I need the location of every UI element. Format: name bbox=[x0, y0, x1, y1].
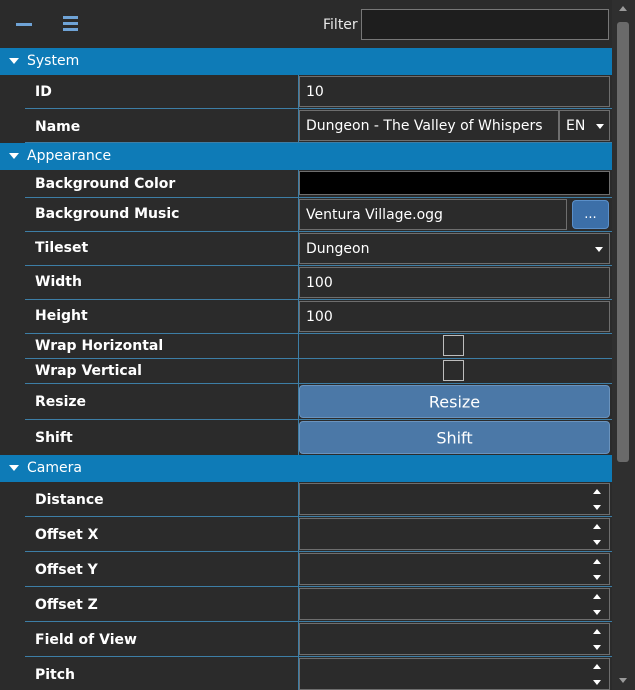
wrap-vertical-checkbox[interactable] bbox=[443, 360, 464, 381]
spinner-arrows-icon[interactable] bbox=[593, 594, 603, 616]
property-label: Offset X bbox=[35, 527, 99, 543]
property-row-background-music: Background Music Ventura Village.ogg ... bbox=[25, 198, 612, 232]
scroll-down-icon[interactable] bbox=[619, 678, 627, 683]
expand-triangle-icon[interactable] bbox=[9, 58, 19, 64]
property-row-wrap-vertical: Wrap Vertical bbox=[25, 359, 612, 384]
expand-triangle-icon[interactable] bbox=[9, 153, 19, 159]
property-row-resize: Resize Resize bbox=[25, 384, 612, 420]
property-label: Height bbox=[35, 308, 88, 324]
property-row-offset-y: Offset Y bbox=[25, 552, 612, 587]
property-label: ID bbox=[35, 84, 52, 100]
property-label: Offset Y bbox=[35, 562, 98, 578]
property-row-background-color: Background Color bbox=[25, 170, 612, 198]
property-label: Pitch bbox=[35, 667, 76, 683]
spinner-arrows-icon[interactable] bbox=[593, 664, 603, 686]
id-field[interactable]: 10 bbox=[299, 76, 610, 107]
width-field[interactable]: 100 bbox=[299, 267, 610, 298]
property-row-id: ID 10 bbox=[25, 75, 612, 109]
property-label: Wrap Vertical bbox=[35, 363, 142, 379]
pitch-spinner[interactable] bbox=[299, 658, 610, 690]
toolbar: Filter bbox=[0, 0, 612, 48]
expand-triangle-icon[interactable] bbox=[9, 465, 19, 471]
list-icon[interactable] bbox=[58, 12, 84, 36]
property-label: Name bbox=[35, 119, 81, 135]
property-row-pitch: Pitch bbox=[25, 657, 612, 690]
name-field[interactable]: Dungeon - The Valley of Whispers bbox=[299, 110, 559, 141]
property-label: Distance bbox=[35, 492, 104, 508]
property-row-wrap-horizontal: Wrap Horizontal bbox=[25, 334, 612, 359]
property-row-offset-x: Offset X bbox=[25, 517, 612, 552]
property-row-field-of-view: Field of View bbox=[25, 622, 612, 657]
property-row-tileset: Tileset Dungeon bbox=[25, 232, 612, 266]
spinner-arrows-icon[interactable] bbox=[593, 524, 603, 546]
browse-button[interactable]: ... bbox=[572, 200, 609, 229]
scroll-up-icon[interactable] bbox=[619, 6, 627, 11]
spinner-arrows-icon[interactable] bbox=[593, 489, 603, 511]
field-of-view-spinner[interactable] bbox=[299, 623, 610, 655]
property-label: Width bbox=[35, 274, 82, 290]
category-label: Appearance bbox=[27, 148, 112, 164]
language-dropdown[interactable]: EN bbox=[559, 110, 610, 141]
property-row-distance: Distance bbox=[25, 482, 612, 517]
filter-input[interactable] bbox=[361, 9, 609, 40]
spinner-arrows-icon[interactable] bbox=[593, 559, 603, 581]
property-grid: System ID 10 Name Dungeon - The Valley o… bbox=[0, 48, 612, 690]
background-music-field[interactable]: Ventura Village.ogg bbox=[299, 199, 567, 230]
property-row-height: Height 100 bbox=[25, 300, 612, 334]
property-label: Tileset bbox=[35, 240, 89, 256]
property-label: Background Music bbox=[35, 206, 180, 222]
category-camera[interactable]: Camera bbox=[0, 455, 612, 482]
minus-icon[interactable] bbox=[12, 12, 38, 36]
wrap-horizontal-checkbox[interactable] bbox=[443, 335, 464, 356]
chevron-down-icon bbox=[595, 247, 603, 252]
category-system[interactable]: System bbox=[0, 48, 612, 75]
category-label: System bbox=[27, 53, 80, 69]
property-label: Wrap Horizontal bbox=[35, 338, 164, 354]
property-label: Resize bbox=[35, 394, 87, 410]
shift-button[interactable]: Shift bbox=[299, 421, 610, 454]
category-label: Camera bbox=[27, 460, 82, 476]
tileset-dropdown[interactable]: Dungeon bbox=[299, 233, 610, 264]
spinner-arrows-icon[interactable] bbox=[593, 629, 603, 651]
property-row-name: Name Dungeon - The Valley of Whispers EN bbox=[25, 109, 612, 143]
property-label: Background Color bbox=[35, 176, 176, 192]
resize-button[interactable]: Resize bbox=[299, 385, 610, 418]
property-label: Field of View bbox=[35, 632, 137, 648]
offset-z-spinner[interactable] bbox=[299, 588, 610, 620]
property-row-width: Width 100 bbox=[25, 266, 612, 300]
chevron-down-icon bbox=[596, 124, 604, 129]
offset-y-spinner[interactable] bbox=[299, 553, 610, 585]
height-field[interactable]: 100 bbox=[299, 301, 610, 332]
property-label: Offset Z bbox=[35, 597, 98, 613]
property-row-shift: Shift Shift bbox=[25, 420, 612, 456]
scroll-thumb[interactable] bbox=[617, 22, 629, 462]
category-appearance[interactable]: Appearance bbox=[0, 143, 612, 170]
background-color-swatch[interactable] bbox=[299, 171, 610, 195]
property-label: Shift bbox=[35, 430, 73, 446]
distance-spinner[interactable] bbox=[299, 483, 610, 515]
offset-x-spinner[interactable] bbox=[299, 518, 610, 550]
filter-label: Filter bbox=[323, 17, 358, 33]
vertical-scrollbar[interactable] bbox=[612, 0, 635, 690]
property-row-offset-z: Offset Z bbox=[25, 587, 612, 622]
